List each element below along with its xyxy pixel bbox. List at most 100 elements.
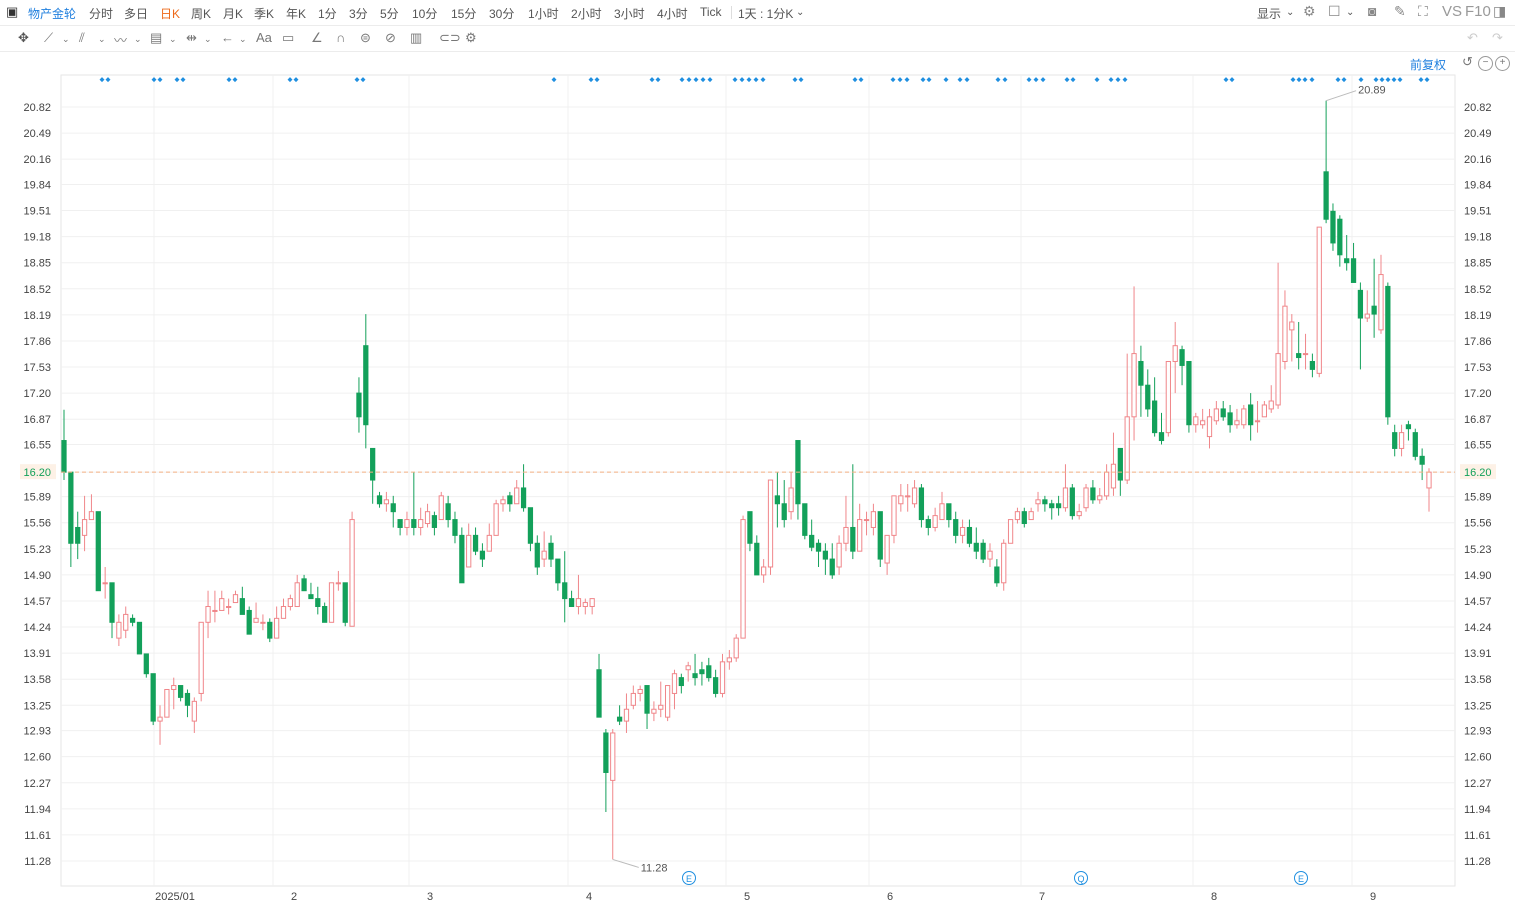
period-3[interactable]: 周K — [191, 5, 211, 22]
period-15[interactable]: 3小时 — [614, 5, 645, 22]
move-icon[interactable]: ✥ — [18, 30, 29, 46]
settings-icon[interactable]: ⚙ — [1303, 3, 1316, 20]
signal-dot — [105, 77, 111, 83]
period-16[interactable]: 4小时 — [657, 5, 688, 22]
candle-body — [68, 471, 74, 544]
candle-body — [198, 621, 204, 694]
magnet-icon[interactable]: ∩ — [336, 30, 345, 45]
redo-icon[interactable]: ↷ — [1492, 30, 1503, 46]
candle-body — [1398, 432, 1405, 449]
signal-dot — [174, 77, 180, 83]
candle-body — [404, 519, 410, 528]
link-icon[interactable]: ⊂⊃ — [439, 30, 461, 46]
signal-dot — [686, 77, 692, 83]
chevron-down-icon[interactable]: ⌄ — [169, 34, 177, 45]
period-17[interactable]: Tick — [700, 5, 722, 19]
signal-dot — [1418, 77, 1424, 83]
y-tick-label: 19.84 — [1464, 179, 1492, 191]
candle-body — [582, 602, 588, 608]
interval-select[interactable]: 1天 : 1分K — [738, 5, 793, 22]
chart-area[interactable]: 20.82 20.49 20.16 19.84 19.51 19.18 18.85 18.52… — [0, 52, 1515, 906]
y-tick-label: 14.90 — [1464, 570, 1492, 582]
y-tick-label: 18.19 — [23, 310, 51, 322]
period-4[interactable]: 月K — [223, 5, 243, 22]
undo-icon[interactable]: ↶ — [1467, 30, 1478, 46]
layout-icon[interactable]: ☐ — [1328, 3, 1341, 20]
chevron-down-icon[interactable]: ⌄ — [239, 34, 247, 45]
text-tool[interactable]: Aa — [256, 30, 272, 45]
wave-tool-icon[interactable]: 〰 — [114, 30, 127, 49]
candle-body — [541, 550, 547, 560]
signal-dot — [1341, 77, 1347, 83]
y-tick-label: 17.86 — [23, 336, 51, 348]
period-6[interactable]: 年K — [286, 5, 306, 22]
period-13[interactable]: 1小时 — [528, 5, 559, 22]
display-menu[interactable]: 显示 — [1257, 5, 1281, 22]
camera-icon[interactable]: ◙ — [1368, 3, 1376, 19]
y-tick-label: 16.20 — [1464, 467, 1492, 479]
period-1[interactable]: 多日 — [124, 5, 148, 22]
candle-body — [143, 653, 149, 675]
candle-body — [1275, 353, 1281, 406]
candle-body — [95, 511, 101, 592]
candle-body — [987, 550, 993, 560]
line-tool-icon[interactable]: ⟋ — [44, 30, 53, 46]
lock-icon[interactable]: ⊜ — [360, 30, 371, 46]
sidebar-toggle-icon[interactable]: ▣ — [6, 4, 18, 20]
period-8[interactable]: 3分 — [349, 5, 368, 22]
chevron-down-icon[interactable]: ⌄ — [204, 34, 212, 45]
candle-body — [500, 499, 506, 505]
chevron-down-icon[interactable]: ⌄ — [134, 34, 142, 45]
candle-body — [1145, 384, 1151, 410]
panel-toggle-icon[interactable]: ◨ — [1493, 3, 1506, 20]
period-11[interactable]: 15分 — [451, 5, 476, 22]
f10-button[interactable]: F10 — [1465, 3, 1491, 20]
signal-dots — [99, 77, 1430, 83]
chevron-down-icon[interactable]: ⌄ — [796, 7, 804, 18]
chevron-down-icon[interactable]: ⌄ — [1286, 7, 1294, 18]
angle-tool-icon[interactable]: ∠ — [311, 30, 323, 46]
pen-icon[interactable]: ✎ — [1394, 3, 1406, 20]
gear-icon[interactable]: ⚙ — [465, 30, 477, 46]
chevron-down-icon[interactable]: ⌄ — [62, 34, 70, 45]
y-tick-label: 13.58 — [1464, 674, 1492, 686]
signal-dot — [1397, 77, 1403, 83]
period-14[interactable]: 2小时 — [571, 5, 602, 22]
y-tick-label: 14.24 — [1464, 622, 1492, 634]
signal-dot — [1094, 77, 1100, 83]
arrow-tool-icon[interactable]: ← — [221, 30, 234, 45]
candle-body — [1330, 210, 1336, 244]
chevron-down-icon[interactable]: ⌄ — [98, 34, 106, 45]
y-tick-label: 13.25 — [23, 700, 51, 712]
channel-tool-icon[interactable]: ⫽ — [79, 30, 85, 46]
divider — [731, 6, 732, 19]
period-5[interactable]: 季K — [254, 5, 274, 22]
candle-body — [966, 526, 973, 544]
kline-chart[interactable]: 20.82 20.49 20.16 19.84 19.51 19.18 18.85 18.52… — [0, 52, 1515, 906]
candle-body — [1097, 495, 1103, 501]
stock-name[interactable]: 物产金轮 — [28, 5, 76, 22]
period-10[interactable]: 10分 — [412, 5, 437, 22]
candle-body — [1296, 353, 1302, 359]
fullscreen-icon[interactable]: ⛶ — [1418, 3, 1428, 20]
hide-icon[interactable]: ⊘ — [385, 30, 396, 46]
comment-icon[interactable]: ▭ — [282, 30, 294, 46]
candle-body — [274, 617, 280, 639]
signal-dot — [679, 77, 685, 83]
period-12[interactable]: 30分 — [489, 5, 514, 22]
period-0[interactable]: 分时 — [89, 5, 113, 22]
x-tick-label: 3 — [427, 891, 433, 903]
period-2[interactable]: 日K — [160, 5, 180, 22]
period-9[interactable]: 5分 — [380, 5, 399, 22]
period-7[interactable]: 1分 — [318, 5, 337, 22]
trash-icon[interactable]: ▥ — [410, 30, 422, 46]
measure-tool-icon[interactable]: ⇹ — [186, 30, 197, 46]
candle-body — [1302, 353, 1309, 356]
vs-button[interactable]: VS — [1442, 3, 1462, 20]
y-tick-label: 17.20 — [1464, 388, 1492, 400]
signal-dot — [943, 77, 949, 83]
signal-dot — [360, 77, 366, 83]
signal-dot — [354, 77, 360, 83]
fib-tool-icon[interactable]: ▤ — [150, 30, 162, 46]
chevron-down-icon[interactable]: ⌄ — [1346, 7, 1354, 18]
